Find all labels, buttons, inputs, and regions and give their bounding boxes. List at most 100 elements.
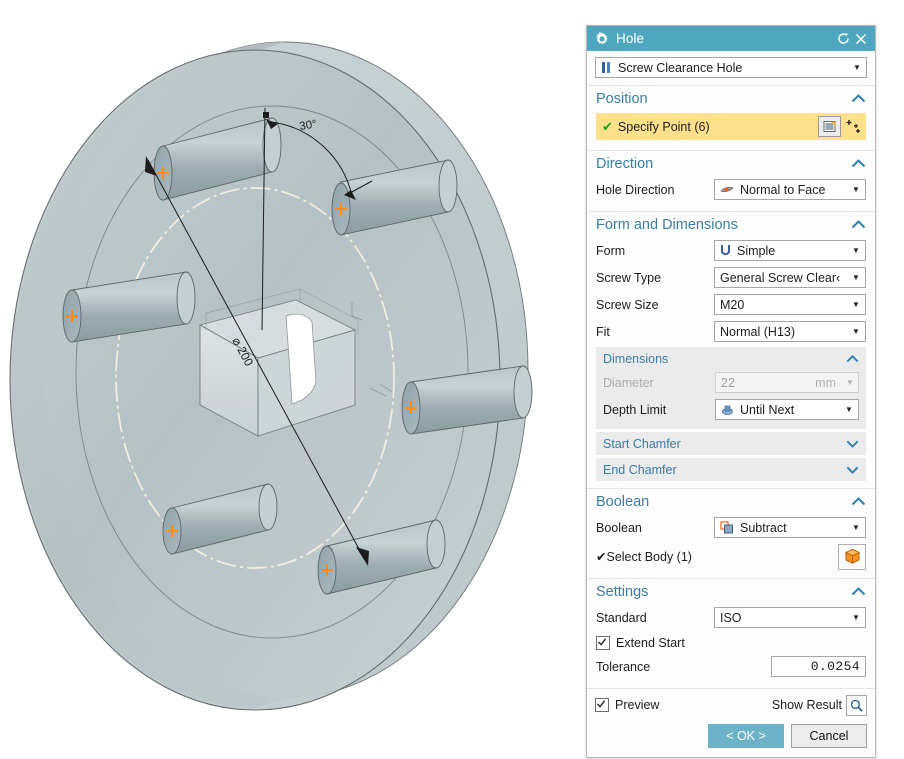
select-body-row[interactable]: ✔ Select Body (1): [596, 542, 866, 571]
preview-checkbox[interactable]: [595, 698, 609, 712]
reset-icon[interactable]: [835, 30, 852, 48]
section-form-content: Form Simple ▼ Screw Type General Screw C…: [587, 238, 875, 488]
screw-size-row: Screw Size M20 ▼: [596, 292, 866, 317]
until-next-icon: [721, 403, 734, 416]
boolean-value: Subtract: [740, 520, 787, 535]
subsection-dimensions-title: Dimensions: [603, 351, 669, 366]
subsection-end-chamfer-title: End Chamfer: [603, 462, 677, 477]
section-form-and-dimensions: Form and Dimensions Form Simple ▼ Screw …: [587, 211, 875, 488]
screw-size-value: M20: [720, 297, 745, 312]
hole-type-icon: [601, 61, 612, 74]
form-label: Form: [596, 243, 626, 258]
select-body-label-wrap: ✔ Select Body (1): [596, 549, 838, 565]
point-pattern-icon[interactable]: [842, 113, 866, 140]
fit-combo[interactable]: Normal (H13) ▼: [714, 321, 866, 342]
depth-limit-label: Depth Limit: [603, 402, 667, 417]
chevron-down-icon[interactable]: ▼: [847, 273, 865, 282]
chevron-up-icon[interactable]: [851, 218, 866, 232]
depth-limit-combo[interactable]: Until Next ▼: [715, 399, 859, 420]
section-settings-header[interactable]: Settings: [587, 579, 875, 605]
section-form-header[interactable]: Form and Dimensions: [587, 212, 875, 238]
section-direction-title: Direction: [596, 156, 654, 172]
section-boolean-header[interactable]: Boolean: [587, 489, 875, 515]
diameter-label: Diameter: [603, 375, 654, 390]
section-position-content: ✔ Specify Point (6): [587, 113, 875, 150]
tolerance-row: Tolerance 0.0254: [596, 654, 866, 679]
extend-start-checkbox[interactable]: [596, 636, 610, 650]
specify-point-label: Specify Point (6): [617, 119, 710, 134]
section-direction: Direction Hole Direction Normal to Face …: [587, 150, 875, 211]
preview-checkbox-row[interactable]: Preview: [595, 694, 772, 716]
hole-type-value: Screw Clearance Hole: [618, 60, 743, 75]
standard-label: Standard: [596, 610, 647, 625]
chevron-up-icon[interactable]: [851, 157, 866, 171]
specify-point-row[interactable]: ✔ Specify Point (6): [596, 113, 866, 140]
chevron-down-icon[interactable]: ▼: [847, 185, 865, 194]
standard-value: ISO: [720, 610, 742, 625]
tolerance-label: Tolerance: [596, 659, 651, 674]
select-body-label: Select Body (1): [606, 549, 692, 564]
chevron-down-icon[interactable]: [846, 437, 859, 451]
chevron-down-icon[interactable]: ▼: [847, 246, 865, 255]
chevron-up-icon[interactable]: [851, 585, 866, 599]
chevron-up-icon[interactable]: [851, 92, 866, 106]
chevron-down-icon[interactable]: ▼: [847, 300, 865, 309]
green-check-icon: ✔: [596, 550, 607, 564]
boolean-label: Boolean: [596, 520, 642, 535]
gear-icon: [595, 31, 609, 46]
model-render: 30° ⌀ 200: [9, 41, 533, 711]
subsection-dimensions-header[interactable]: Dimensions: [596, 347, 866, 370]
standard-combo[interactable]: ISO ▼: [714, 607, 866, 628]
chevron-down-icon[interactable]: ▼: [848, 63, 866, 72]
chevron-down-icon[interactable]: ▼: [847, 523, 865, 532]
screw-size-combo[interactable]: M20 ▼: [714, 294, 866, 315]
chevron-down-icon[interactable]: ▼: [847, 327, 865, 336]
section-direction-header[interactable]: Direction: [587, 151, 875, 177]
section-direction-content: Hole Direction Normal to Face ▼: [587, 177, 875, 211]
hole-direction-combo[interactable]: Normal to Face ▼: [714, 179, 866, 200]
green-check-icon: ✔: [602, 119, 613, 134]
extend-start-checkbox-row[interactable]: Extend Start: [596, 632, 866, 654]
hole-direction-label: Hole Direction: [596, 182, 675, 197]
hole-direction-value: Normal to Face: [740, 182, 826, 197]
cancel-button[interactable]: Cancel: [791, 724, 867, 748]
point-dialog-icon[interactable]: [818, 116, 841, 137]
section-position-header[interactable]: Position: [587, 86, 875, 112]
3d-graphics-window[interactable]: 30° ⌀ 200: [0, 0, 586, 759]
hole-direction-row: Hole Direction Normal to Face ▼: [596, 177, 866, 202]
solid-body-icon[interactable]: [838, 543, 866, 570]
dialog-title-bar: Hole: [587, 26, 875, 51]
section-position-title: Position: [596, 91, 648, 107]
diameter-unit: mm: [815, 375, 836, 390]
hole-dialog[interactable]: Hole Screw Clearance Hole ▼ Position ✔ S…: [586, 25, 876, 758]
tolerance-input[interactable]: 0.0254: [771, 656, 866, 677]
form-combo[interactable]: Simple ▼: [714, 240, 866, 261]
chevron-down-icon[interactable]: ▼: [840, 405, 858, 414]
chevron-down-icon[interactable]: ▼: [847, 613, 865, 622]
magnifier-icon[interactable]: [846, 694, 867, 716]
section-settings-title: Settings: [596, 584, 649, 600]
diameter-field: 22 mm ▼: [715, 372, 859, 393]
chevron-up-icon[interactable]: [851, 495, 866, 509]
show-result-label[interactable]: Show Result: [772, 698, 842, 712]
subsection-end-chamfer[interactable]: End Chamfer: [596, 458, 866, 481]
ok-button[interactable]: < OK >: [708, 724, 784, 748]
screw-type-row: Screw Type General Screw Clear‹ ▼: [596, 265, 866, 290]
chevron-up-icon[interactable]: [846, 352, 859, 366]
screw-type-combo[interactable]: General Screw Clear‹ ▼: [714, 267, 866, 288]
subsection-start-chamfer[interactable]: Start Chamfer: [596, 432, 866, 455]
angle-vertex-square: [263, 112, 269, 118]
depth-limit-value: Until Next: [740, 402, 795, 417]
fit-value: Normal (H13): [720, 324, 796, 339]
extend-start-label: Extend Start: [616, 636, 685, 650]
hole-type-combo[interactable]: Screw Clearance Hole ▼: [595, 57, 867, 78]
boolean-combo[interactable]: Subtract ▼: [714, 517, 866, 538]
close-icon[interactable]: [852, 30, 869, 48]
chevron-down-icon: ▼: [846, 377, 854, 387]
screw-size-label: Screw Size: [596, 297, 659, 312]
form-row: Form Simple ▼: [596, 238, 866, 263]
chevron-down-icon[interactable]: [846, 463, 859, 477]
section-position: Position ✔ Specify Point (6): [587, 85, 875, 150]
section-boolean: Boolean Boolean Subtract ▼ ✔ Select Body…: [587, 488, 875, 578]
screw-type-label: Screw Type: [596, 270, 662, 285]
